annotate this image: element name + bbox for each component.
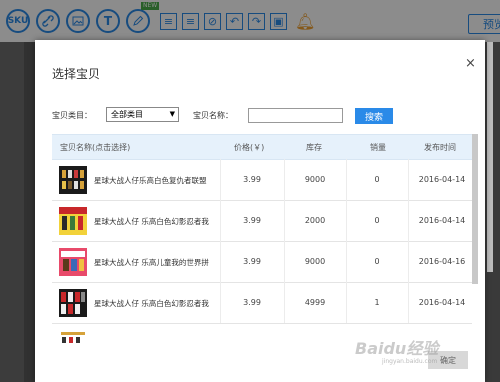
product-thumbnail (59, 207, 87, 235)
name-input[interactable] (248, 108, 343, 123)
category-value: 全部类目 (111, 110, 143, 119)
col-date: 发布时间 (424, 143, 456, 152)
stock: 9000 (304, 257, 326, 266)
sales: 0 (374, 175, 380, 184)
table-row[interactable]: 星球大战人仔 乐高白色幻影忍者我 3.99 4999 1 2016-04-14 (52, 282, 472, 324)
sales: 0 (374, 257, 380, 266)
col-price: 价格(￥) (234, 143, 265, 152)
dialog-scrollbar[interactable] (472, 134, 478, 284)
category-select[interactable]: 全部类目 ▼ (106, 107, 179, 122)
category-label: 宝贝类目： (52, 111, 92, 120)
product-thumbnail (59, 289, 87, 317)
stock: 9000 (304, 175, 326, 184)
table-row[interactable]: 星球大战人仔乐高白色复仇者联盟 3.99 9000 0 2016-04-14 (52, 159, 472, 201)
table-row[interactable]: 星球大战人仔 乐高白色幻影忍者我 3.99 2000 0 2016-04-14 (52, 200, 472, 242)
sales: 1 (374, 298, 380, 307)
table-header: 宝贝名称(点击选择) 价格(￥) 库存 销量 发布时间 (52, 134, 472, 160)
product-thumbnail (59, 166, 87, 194)
page-scrollbar[interactable] (487, 42, 493, 272)
stock: 4999 (304, 298, 326, 307)
product-name: 星球大战人仔乐高白色复仇者联盟 (94, 176, 207, 185)
price: 3.99 (243, 216, 261, 225)
publish-date: 2016-04-14 (418, 298, 466, 307)
publish-date: 2016-04-16 (418, 257, 466, 266)
table-row[interactable]: 星球大战人仔 乐高儿童我的世界拼 3.99 9000 0 2016-04-16 (52, 241, 472, 283)
sales: 0 (374, 216, 380, 225)
col-sales: 销量 (370, 143, 386, 152)
select-item-dialog: 选择宝贝 × 宝贝类目： 全部类目 ▼ 宝贝名称： 搜索 宝贝名称(点击选择) … (35, 40, 485, 382)
col-stock: 库存 (306, 143, 322, 152)
publish-date: 2016-04-14 (418, 216, 466, 225)
close-icon[interactable]: × (465, 56, 476, 71)
product-name: 星球大战人仔 乐高白色幻影忍者我 (94, 299, 209, 308)
stock: 2000 (304, 216, 326, 225)
product-name: 星球大战人仔 乐高儿童我的世界拼 (94, 258, 209, 267)
name-label: 宝贝名称： (193, 111, 233, 120)
watermark-logo: Baidu经验 (355, 339, 439, 358)
watermark-url: jingyan.baidu.com (382, 358, 438, 365)
col-name: 宝贝名称(点击选择) (60, 143, 131, 152)
product-name: 星球大战人仔 乐高白色幻影忍者我 (94, 217, 209, 226)
price: 3.99 (243, 257, 261, 266)
price: 3.99 (243, 298, 261, 307)
dropdown-arrow-icon: ▼ (169, 110, 175, 118)
publish-date: 2016-04-14 (418, 175, 466, 184)
dialog-title: 选择宝贝 (52, 67, 101, 81)
product-thumbnail (59, 330, 87, 344)
product-thumbnail (59, 248, 87, 276)
price: 3.99 (243, 175, 261, 184)
search-button[interactable]: 搜索 (355, 108, 393, 124)
left-panel (0, 42, 24, 382)
